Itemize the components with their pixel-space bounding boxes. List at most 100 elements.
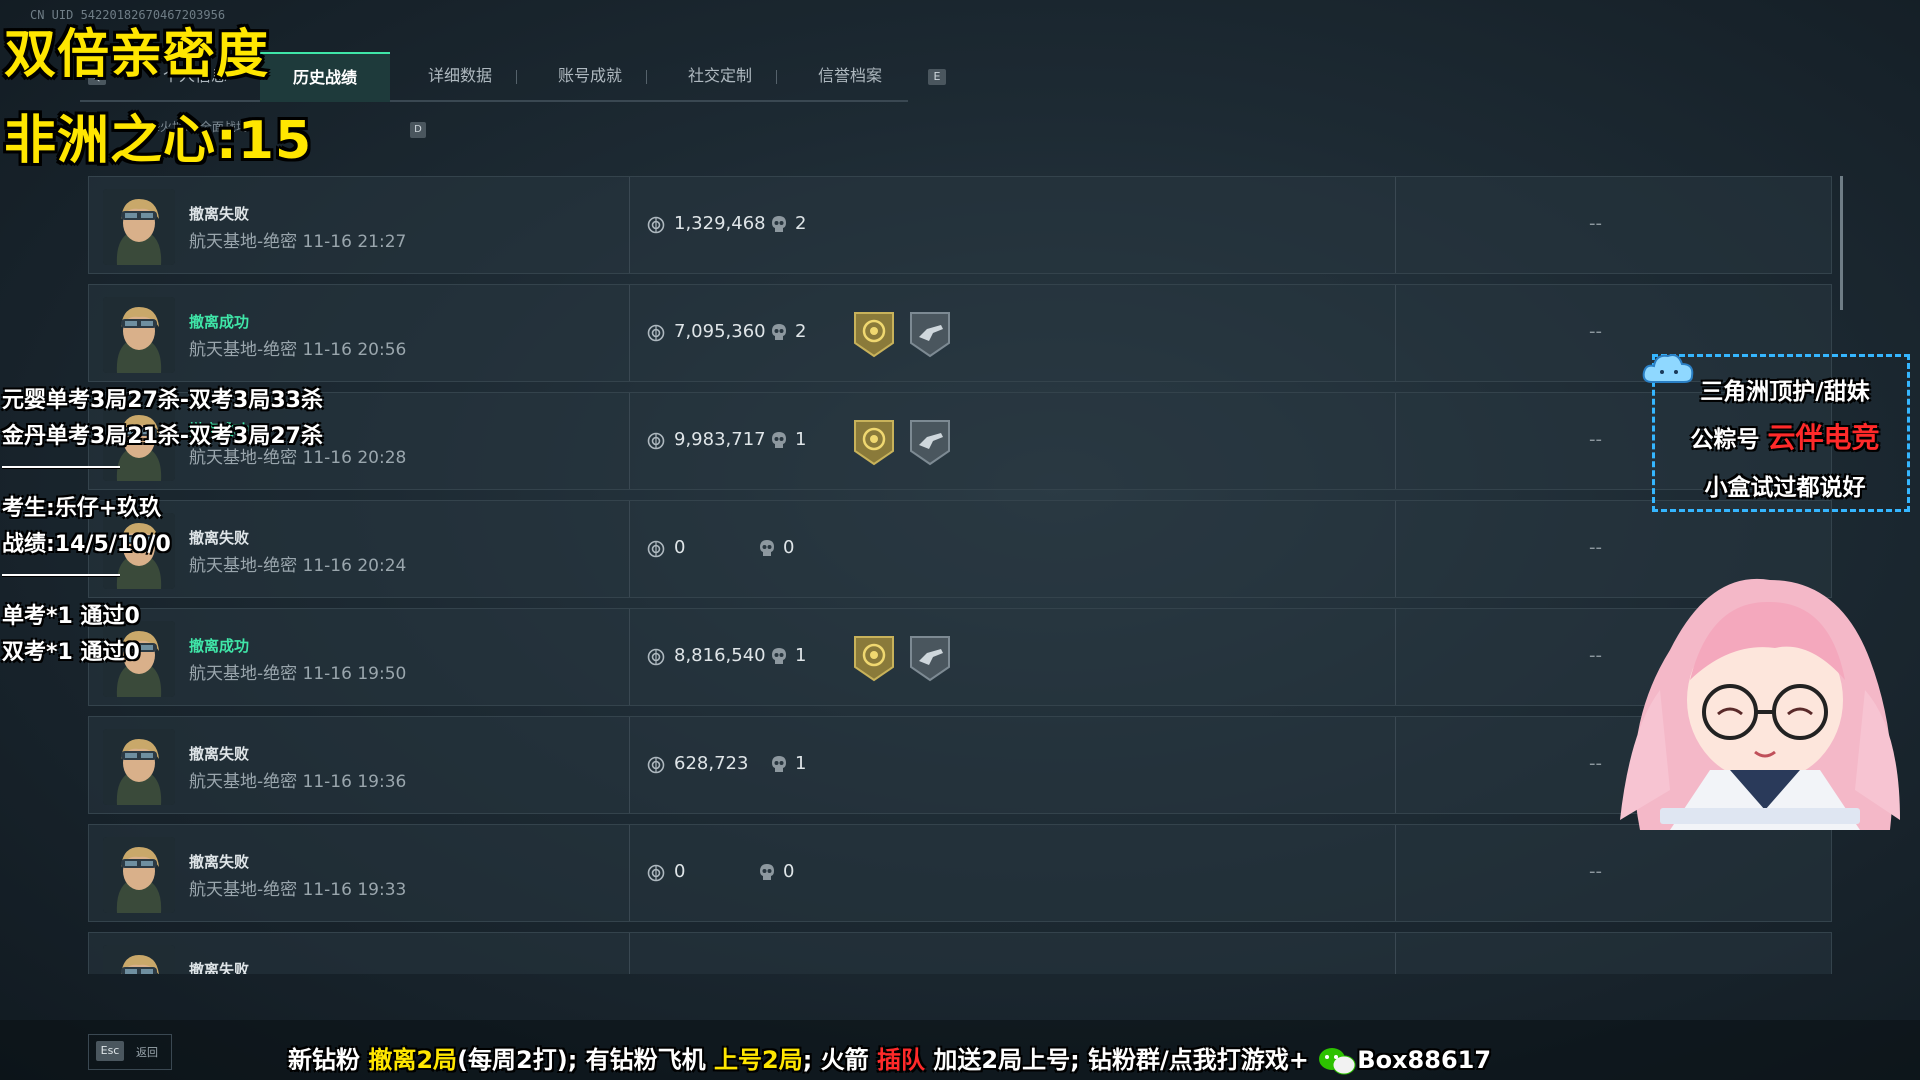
column-divider: [1395, 825, 1396, 921]
loot-value: 0: [674, 861, 686, 882]
column-divider: [1395, 717, 1396, 813]
extraction-status: 撤离失败: [189, 961, 250, 974]
kill-count: 0: [783, 537, 795, 558]
weapon-badge-icon[interactable]: [907, 633, 953, 683]
overlay-title-heart-of-africa: 非洲之心:15: [4, 111, 313, 171]
vtuber-avatar: [1620, 578, 1900, 830]
coin-icon: [647, 324, 665, 342]
kills-skull-icon: [771, 215, 787, 235]
extra-column-value: --: [1589, 321, 1602, 342]
match-row[interactable]: 撤离成功 航天基地-绝密 11-16 20:28 9,983,717 1 --: [88, 392, 1832, 490]
loot-value: 628,723: [674, 753, 749, 774]
tab-social[interactable]: 社交定制: [660, 52, 780, 100]
list-scrollbar[interactable]: [1840, 176, 1843, 310]
map-and-time: 航天基地-绝密 11-16 19:33: [189, 880, 407, 900]
match-row[interactable]: 撤离失败 航天基地-绝密 11-16 19:36 628,723 1 --: [88, 716, 1832, 814]
extraction-medal-icon[interactable]: [851, 309, 897, 359]
kills-skull-icon: [759, 539, 775, 559]
column-divider: [629, 825, 630, 921]
extra-column-value: --: [1589, 429, 1602, 450]
coin-icon: [647, 432, 665, 450]
overlay-single-exam: 单考*1 通过0: [2, 604, 140, 629]
extraction-medal-icon[interactable]: [851, 417, 897, 467]
overlay-rule-line: 金丹单考3局21杀-双考3局27杀: [2, 424, 323, 449]
kill-count: 1: [795, 429, 807, 450]
coin-icon: [647, 756, 665, 774]
map-and-time: 航天基地-绝密 11-16 21:27: [189, 232, 407, 252]
operator-avatar: [103, 837, 175, 913]
match-row[interactable]: 撤离失败: [88, 932, 1832, 974]
map-and-time: 航天基地-绝密 11-16 19:50: [189, 664, 407, 684]
operator-avatar: [103, 945, 175, 974]
tab-detailed-data[interactable]: 详细数据: [400, 52, 520, 100]
column-divider: [629, 933, 630, 974]
kills-skull-icon: [771, 323, 787, 343]
extraction-status: 撤离失败: [189, 745, 250, 763]
column-divider: [629, 717, 630, 813]
coin-icon: [647, 864, 665, 882]
loot-value: 7,095,360: [674, 321, 766, 342]
loot-value: 0: [674, 537, 686, 558]
column-divider: [1395, 393, 1396, 489]
operator-avatar: [103, 729, 175, 805]
overlay-examinees: 考生:乐仔+玖玖: [2, 496, 162, 521]
tab-credit-record[interactable]: 信誉档案: [790, 52, 910, 100]
promo-line-2: 公粽号 云伴电竞: [1690, 421, 1880, 454]
column-divider: [1395, 285, 1396, 381]
kill-count: 1: [795, 645, 807, 666]
match-row[interactable]: 撤离失败航天基地-绝密 11-16 21:27 1,329,468 2 --: [88, 176, 1832, 274]
column-divider: [629, 285, 630, 381]
column-divider: [1395, 501, 1396, 597]
match-row[interactable]: 撤离成功航天基地-绝密 11-16 20:56 7,095,360 2 --: [88, 284, 1832, 382]
match-row[interactable]: 撤离成功 航天基地-绝密 11-16 19:50 8,816,540 1 --: [88, 608, 1832, 706]
tab-separator: [646, 70, 647, 84]
kill-count: 2: [795, 213, 807, 234]
kills-skull-icon: [771, 755, 787, 775]
weapon-badge-icon[interactable]: [907, 417, 953, 467]
loot-value: 8,816,540: [674, 645, 766, 666]
map-and-time: 航天基地-绝密 11-16 20:56: [189, 340, 407, 360]
match-row[interactable]: 撤离失败航天基地-绝密 11-16 19:33 0 0 --: [88, 824, 1832, 922]
extraction-status: 撤离成功: [189, 637, 250, 655]
subtab-key[interactable]: D: [410, 122, 426, 138]
overlay-record: 战绩:14/5/10/0: [2, 532, 171, 557]
loot-value: 9,983,717: [674, 429, 766, 450]
operator-avatar: [103, 297, 175, 373]
map-and-time: 航天基地-绝密 11-16 20:24: [189, 556, 407, 576]
column-divider: [629, 177, 630, 273]
kills-skull-icon: [759, 863, 775, 883]
next-tab-key[interactable]: E: [928, 69, 946, 85]
stream-ticker: 新钻粉 撤离2局(每周2打); 有钻粉飞机 上号2局; 火箭 插队 加送2局上号…: [288, 1046, 1492, 1075]
tab-match-history[interactable]: 历史战绩: [260, 52, 390, 102]
extra-column-value: --: [1589, 213, 1602, 234]
kills-skull-icon: [771, 647, 787, 667]
match-row[interactable]: 撤离失败 航天基地-绝密 11-16 20:24 0 0 --: [88, 500, 1832, 598]
extraction-status: 撤离失败: [189, 205, 250, 223]
kill-count: 2: [795, 321, 807, 342]
column-divider: [1395, 933, 1396, 974]
match-history-list: 撤离失败 航天基地-绝密 11-16 21:27 1,329,468 2 -- 撤离成功航…: [88, 176, 1832, 974]
extraction-status: 撤离失败: [189, 853, 250, 871]
wechat-icon: [1319, 1048, 1356, 1075]
overlay-title-double-intimacy: 双倍亲密度: [4, 25, 270, 85]
column-divider: [629, 393, 630, 489]
weapon-badge-icon[interactable]: [907, 309, 953, 359]
extraction-status: 撤离成功: [189, 313, 250, 331]
column-divider: [629, 501, 630, 597]
coin-icon: [647, 648, 665, 666]
map-and-time: 航天基地-绝密 11-16 19:36: [189, 772, 407, 792]
promo-line-1: 三角洲顶护/甜妹: [1700, 379, 1870, 405]
column-divider: [1395, 609, 1396, 705]
extra-column-value: --: [1589, 861, 1602, 882]
tab-achievements[interactable]: 账号成就: [530, 52, 650, 100]
extraction-medal-icon[interactable]: [851, 633, 897, 683]
overlay-rule-line: 元婴单考3局27杀-双考3局33杀: [2, 388, 323, 413]
promo-line-3: 小盒试过都说好: [1704, 475, 1866, 501]
back-label: 返回: [136, 1046, 158, 1059]
operator-avatar: [103, 189, 175, 265]
kill-count: 0: [783, 861, 795, 882]
overlay-double-exam: 双考*1 通过0: [2, 640, 140, 665]
loot-value: 1,329,468: [674, 213, 766, 234]
coin-icon: [647, 540, 665, 558]
extraction-status: 撤离失败: [189, 529, 250, 547]
